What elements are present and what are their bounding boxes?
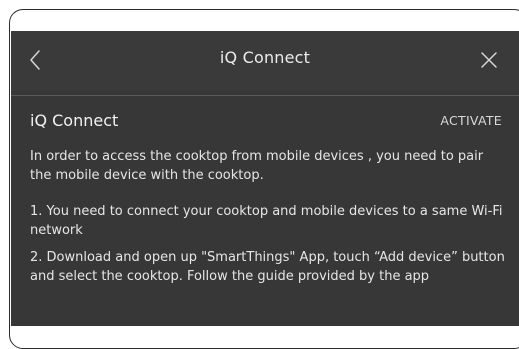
section-title: iQ Connect (30, 111, 119, 130)
top-bar: iQ Connect (11, 31, 519, 91)
step-1-text: 1. You need to connect your cooktop and … (30, 204, 503, 238)
header-divider (11, 95, 519, 96)
close-button[interactable] (478, 47, 500, 73)
app-screen: iQ Connect iQ Connect ACTIVATE In order … (11, 31, 519, 326)
activate-button[interactable]: ACTIVATE (440, 113, 502, 128)
page-title: iQ Connect (219, 48, 311, 67)
close-icon (481, 52, 497, 68)
intro-text: In order to access the cooktop from mobi… (30, 149, 484, 183)
step-2-text: 2. Download and open up "SmartThings" Ap… (30, 250, 505, 284)
